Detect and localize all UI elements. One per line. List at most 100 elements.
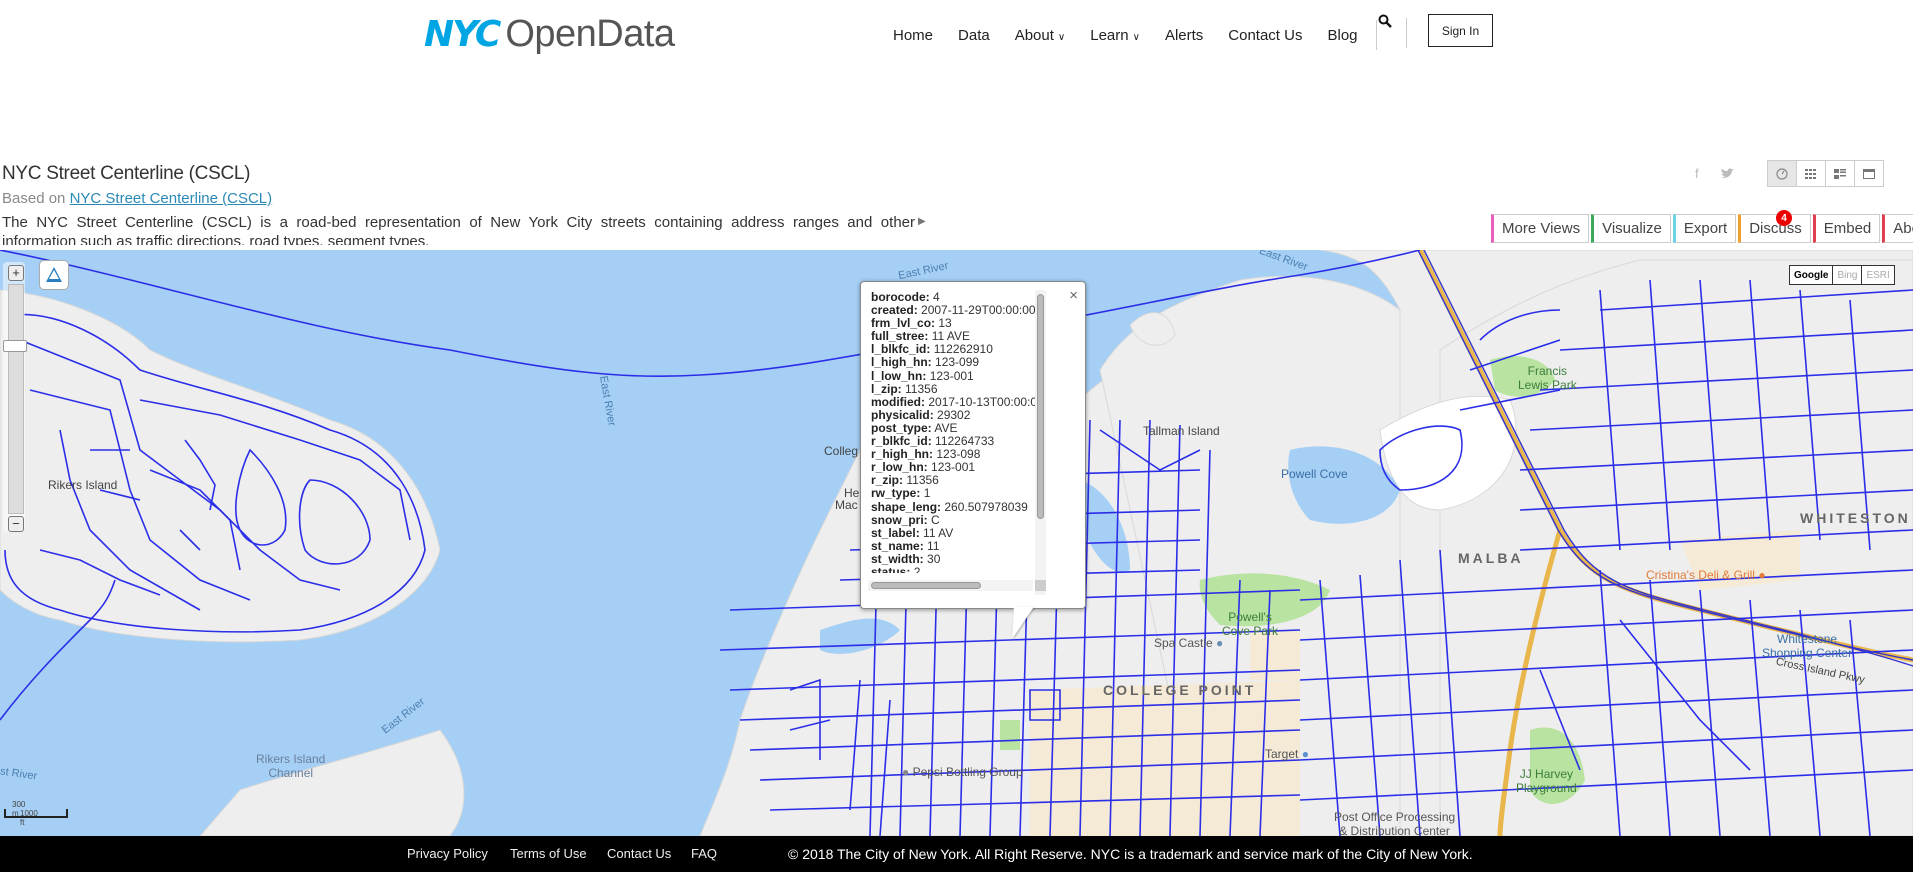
basemap-switcher: Google Bing ESRI [1789, 265, 1895, 285]
factory-pin-icon: ● [902, 765, 910, 779]
attr-key: st_name: [871, 538, 924, 553]
view-grid-icon[interactable] [1796, 160, 1826, 187]
whitestone-center-line-1: Whitestone [1777, 632, 1838, 646]
based-on-link[interactable]: NYC Street Centerline (CSCL) [70, 190, 273, 207]
basemap-bing[interactable]: Bing [1832, 265, 1863, 285]
map-label-powell-cove: Powell Cove [1281, 467, 1348, 481]
spa-pin-icon: ● [1216, 636, 1224, 650]
map-poi-target[interactable]: Target ● [1265, 747, 1309, 761]
map-label-rikers-island: Rikers Island [48, 478, 118, 492]
attr-key: l_high_hn: [871, 355, 932, 370]
close-icon[interactable]: × [1069, 287, 1078, 304]
tab-embed[interactable]: Embed [1812, 214, 1881, 243]
nav-home[interactable]: Home [893, 27, 933, 44]
tab-export[interactable]: Export [1672, 214, 1737, 243]
attr-key: st_width: [871, 551, 924, 566]
zoom-slider-track[interactable] [8, 284, 24, 514]
view-map-icon[interactable] [1767, 160, 1797, 187]
powells-line-2: Cove Park [1222, 624, 1279, 638]
popup-vertical-scrollbar[interactable] [1035, 290, 1046, 595]
attr-value: 11 [927, 538, 940, 553]
tab-visualize[interactable]: Visualize [1591, 214, 1671, 243]
site-footer: Privacy Policy Terms of Use Contact Us F… [0, 836, 1913, 872]
attr-value: 11 AVE [931, 329, 970, 344]
map-poi-jj-harvey[interactable]: JJ Harvey Playground [1516, 767, 1577, 795]
dataset-tabs: More Views Visualize Export Discuss Embe… [1491, 214, 1913, 243]
attr-value: 2017-10-13T00:00:00 [928, 394, 1039, 409]
facebook-icon[interactable]: f [1695, 166, 1699, 181]
map-label-tallman-island: Tallman Island [1143, 424, 1220, 438]
attr-key: modified: [871, 394, 925, 409]
expand-description-icon[interactable]: ▶ [918, 216, 926, 227]
map-label-powells-cove-park: Powell's Cove Park [1222, 610, 1278, 638]
target-label: Target [1265, 747, 1299, 761]
rikers-channel-line-2: Channel [268, 766, 314, 780]
attr-key: l_blkfc_id: [871, 342, 931, 357]
basemap-google[interactable]: Google [1789, 265, 1834, 285]
popup-vertical-scroll-thumb[interactable] [1037, 294, 1044, 519]
attr-value: 29302 [937, 407, 971, 422]
tab-about[interactable]: About [1882, 214, 1913, 243]
nav-about[interactable]: About ∨ [1015, 27, 1066, 44]
attr-key: created: [871, 303, 918, 318]
attr-key: l_low_hn: [871, 368, 927, 383]
sign-in-button[interactable]: Sign In [1428, 14, 1493, 47]
view-list-icon[interactable] [1825, 160, 1855, 187]
attr-key: r_high_hn: [871, 447, 933, 462]
map-label-mac-partial: Mac [835, 498, 858, 512]
attr-value: 112262910 [933, 342, 993, 357]
nav-learn[interactable]: Learn ∨ [1090, 27, 1140, 44]
whitestone-center-line-2: Shopping Center [1762, 646, 1853, 660]
attr-value: 1 [923, 486, 931, 501]
attr-key: physicalid: [871, 407, 934, 422]
footer-faq[interactable]: FAQ [691, 846, 717, 861]
map-label-college-point: COLLEGE POINT [1103, 682, 1257, 698]
tab-discuss[interactable]: Discuss [1738, 214, 1811, 243]
rikers-channel-line-1: Rikers Island [256, 752, 326, 766]
footer-terms-of-use[interactable]: Terms of Use [510, 846, 587, 861]
based-on: Based on NYC Street Centerline (CSCL) [2, 190, 272, 207]
attr-key: full_stree: [871, 329, 929, 344]
view-page-icon[interactable] [1854, 160, 1884, 187]
popup-horizontal-scroll-thumb[interactable] [871, 582, 981, 589]
nav-about-label: About [1014, 26, 1054, 44]
nav-data[interactable]: Data [958, 27, 990, 44]
attr-value: 123-099 [935, 355, 980, 370]
tab-more-views[interactable]: More Views [1491, 214, 1590, 243]
logo-nyc-text: NYC [424, 13, 501, 55]
attr-key: frm_lvl_co: [871, 316, 936, 331]
map-poi-pepsi[interactable]: ● Pepsi Bottling Group [902, 765, 1023, 779]
zoom-in-button[interactable]: + [8, 265, 24, 281]
nav-contact-us[interactable]: Contact Us [1228, 27, 1302, 44]
nav-blog[interactable]: Blog [1327, 27, 1357, 44]
nav-alerts[interactable]: Alerts [1165, 27, 1203, 44]
locate-button[interactable] [39, 260, 69, 290]
feature-popup: × borocode: 4 created: 2007-11-29T00:00:… [860, 281, 1086, 609]
chevron-down-icon: ∨ [1132, 31, 1140, 43]
attr-key: snow_pri: [871, 512, 928, 527]
popup-attributes: borocode: 4 created: 2007-11-29T00:00:00… [871, 291, 1039, 573]
map-poi-whitestone-center[interactable]: Whitestone Shopping Center [1762, 632, 1852, 660]
harvey-line-2: Playground [1516, 781, 1577, 795]
dataset-title: NYC Street Centerline (CSCL) [2, 163, 251, 184]
map-poi-post-office[interactable]: Post Office Processing & Distribution Ce… [1334, 810, 1455, 836]
nav-divider [1406, 18, 1407, 48]
attr-key: r_blkfc_id: [871, 434, 932, 449]
nyc-opendata-logo[interactable]: NYC OpenData [424, 13, 675, 55]
map-poi-cristinas[interactable]: Cristina's Deli & Grill ● [1646, 568, 1766, 582]
attr-value: 123-001 [929, 368, 974, 383]
zoom-slider-handle[interactable] [3, 340, 27, 352]
popup-horizontal-scrollbar[interactable] [868, 580, 1033, 591]
twitter-icon[interactable] [1720, 168, 1734, 180]
map-poi-spa-castle[interactable]: Spa Castle ● [1154, 636, 1223, 650]
zoom-out-button[interactable]: − [8, 516, 24, 532]
view-switcher [1767, 160, 1884, 187]
footer-privacy-policy[interactable]: Privacy Policy [407, 846, 488, 861]
attr-key: borocode: [871, 291, 930, 304]
francis-line-2: Lewis Park [1518, 378, 1577, 392]
attr-row: status: 2 [871, 565, 1039, 573]
search-icon[interactable] [1378, 14, 1392, 28]
scrollbar-corner [1035, 580, 1046, 591]
basemap-esri[interactable]: ESRI [1861, 265, 1895, 285]
footer-contact-us[interactable]: Contact Us [607, 846, 671, 861]
